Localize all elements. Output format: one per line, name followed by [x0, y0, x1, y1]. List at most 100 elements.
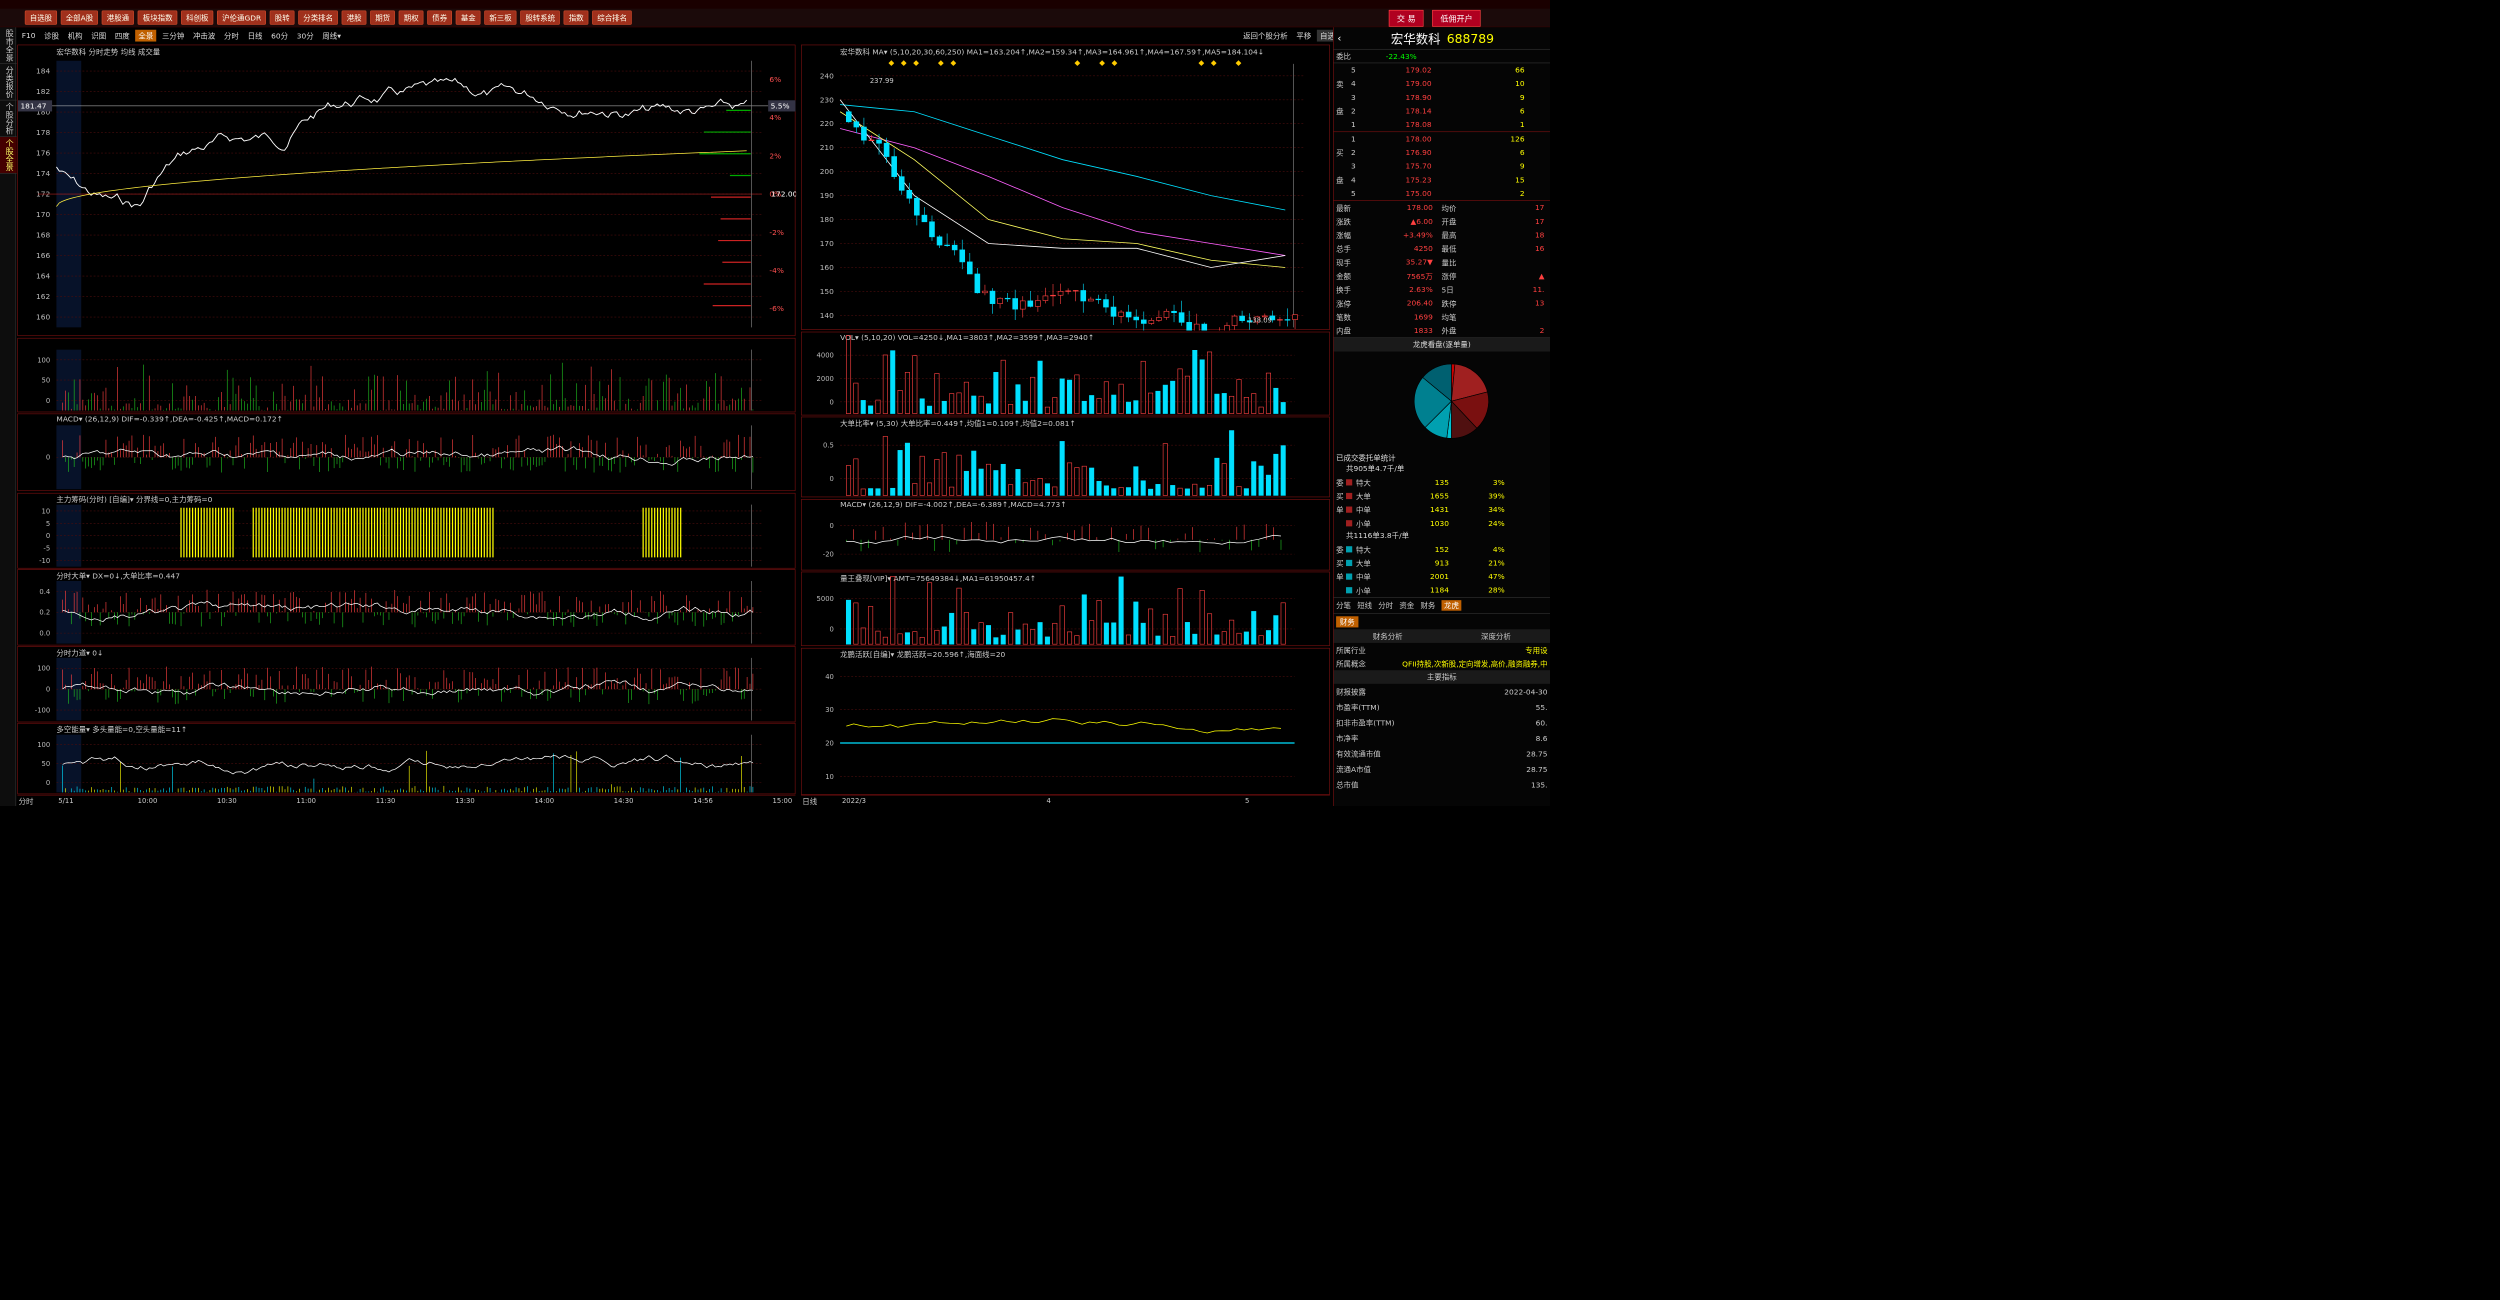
open-account-button[interactable]: 低佣开户: [1432, 9, 1481, 27]
chart-tab-5[interactable]: 全景: [135, 29, 157, 42]
event-marker[interactable]: ◆: [888, 58, 894, 67]
menu-item-2[interactable]: 港股通: [101, 10, 135, 25]
finance-analysis-tab[interactable]: 财务分析: [1373, 631, 1403, 642]
chart-tab-0[interactable]: F10: [19, 30, 39, 40]
candle: [1193, 323, 1200, 331]
finance-tab[interactable]: 财务: [1336, 616, 1359, 628]
candle: [1171, 310, 1177, 313]
daily-chart-ddbl[interactable]: 0.50: [802, 417, 1331, 498]
daily-chart-macd[interactable]: 0 -20: [802, 500, 1331, 571]
bid-row: 买 2 176.90 6: [1334, 146, 1550, 160]
bottom-tab-1[interactable]: 短线: [1357, 600, 1372, 611]
deep-analysis-tab[interactable]: 深度分析: [1481, 631, 1511, 642]
chart-tab-11[interactable]: 30分: [294, 29, 317, 41]
event-marker[interactable]: ◆: [938, 58, 944, 67]
index-value: 60.: [1535, 718, 1548, 727]
event-marker[interactable]: ◆: [950, 58, 956, 67]
daily-chart-vol[interactable]: 4000 2000 0: [802, 332, 1331, 416]
chart-tab-8[interactable]: 分时: [221, 29, 242, 41]
chart-tab-6[interactable]: 三分钟: [159, 29, 188, 41]
chart-tab-2[interactable]: 机构: [65, 29, 86, 41]
stat-value: 11.: [1532, 285, 1545, 294]
chart-tab-9[interactable]: 日线: [244, 29, 265, 41]
menu-item-1[interactable]: 全部A股: [60, 10, 99, 25]
event-marker[interactable]: ◆: [1099, 58, 1105, 67]
chart-tab-4[interactable]: 四度: [112, 29, 133, 41]
menu-item-11[interactable]: 债券: [427, 10, 453, 25]
sidebar-tab-0[interactable]: 股市全景: [0, 27, 17, 64]
entrust-pct: 47%: [1488, 572, 1505, 581]
sidebar-tab-2[interactable]: 个股分析: [0, 100, 17, 138]
intraday-chart-fsdd[interactable]: 0.4 0.2 0.0: [18, 570, 796, 646]
trade-button[interactable]: 交 易: [1388, 9, 1424, 27]
candle: [1125, 311, 1132, 318]
candle: [868, 139, 875, 141]
menu-item-15[interactable]: 指数: [563, 10, 589, 25]
menu-item-7[interactable]: 分类排名: [298, 10, 339, 25]
menu-item-16[interactable]: 综合排名: [592, 10, 632, 25]
daily-chart[interactable]: 240 230 220 210 200 190 180 170 160 150 140 237.99 1…: [802, 45, 1331, 331]
bottom-tab-0[interactable]: 分笔: [1336, 600, 1351, 611]
bottom-tab-4[interactable]: 财务: [1420, 600, 1435, 611]
menu-item-5[interactable]: 沪伦通GDR: [217, 10, 267, 25]
menu-item-4[interactable]: 科创板: [181, 10, 214, 25]
sub-tick: -100: [35, 706, 50, 714]
back-to-analysis-link[interactable]: 返回个股分析: [1240, 29, 1291, 41]
candle: [1292, 314, 1298, 320]
event-marker[interactable]: ◆: [901, 58, 907, 67]
daily-chart-lthy[interactable]: 40 30 20 10: [802, 649, 1331, 796]
menu-item-0[interactable]: 自选股: [24, 10, 58, 25]
entrust-count: 913: [1434, 558, 1449, 568]
ask-level: 盘: [1336, 106, 1344, 116]
daily-axis-label[interactable]: 日线: [802, 796, 817, 807]
menu-item-10[interactable]: 期权: [398, 10, 424, 25]
time-tick: 10:00: [137, 796, 158, 805]
index-value: 8.6: [1535, 733, 1548, 743]
index-label: 流通A市值: [1336, 765, 1371, 774]
menu-item-14[interactable]: 股转系统: [520, 10, 561, 25]
chart-tab-10[interactable]: 60分: [268, 29, 291, 41]
ask-row: 5 179.02 66: [1334, 63, 1550, 77]
entrust-group-title: 共905单4.7千/单: [1346, 464, 1405, 474]
intraday-chart-fsld[interactable]: 100 0 -100: [18, 647, 796, 723]
event-marker[interactable]: ◆: [1211, 58, 1217, 67]
candle: [929, 221, 935, 238]
candle: [1277, 319, 1283, 321]
event-marker[interactable]: ◆: [1112, 58, 1118, 67]
event-marker[interactable]: ◆: [1074, 58, 1080, 67]
sidebar-tab-1[interactable]: 分类报价: [0, 64, 17, 101]
sidebar-tab-3[interactable]: 个股全景: [0, 137, 17, 174]
bottom-tab-3[interactable]: 资金: [1399, 600, 1414, 611]
menu-item-8[interactable]: 港股: [341, 10, 367, 25]
back-icon[interactable]: ‹: [1337, 32, 1341, 44]
bottom-tab-2[interactable]: 分时: [1378, 600, 1393, 611]
event-marker[interactable]: ◆: [1198, 58, 1204, 67]
legend-swatch: [1346, 546, 1353, 553]
chart-tab-12[interactable]: 周线▾: [319, 29, 344, 41]
stat-label: 涨停: [1336, 299, 1351, 308]
event-marker[interactable]: ◆: [1236, 58, 1242, 67]
intraday-chart-zljm[interactable]: 10 5 0 -5 -10: [18, 494, 796, 570]
menu-item-6[interactable]: 股转: [269, 10, 295, 25]
stat-value: ▲: [1538, 271, 1545, 281]
menu-item-12[interactable]: 基金: [455, 10, 481, 25]
menu-item-3[interactable]: 板块指数: [137, 10, 178, 25]
time-axis-label[interactable]: 分时: [19, 796, 34, 807]
intraday-chart-vol[interactable]: 100 50 0: [18, 339, 796, 413]
bottom-tab-5[interactable]: 龙虎: [1441, 600, 1462, 611]
chart-tab-7[interactable]: 冲击波: [190, 29, 219, 41]
daily-chart-lwdx[interactable]: 5000 0: [802, 572, 1331, 646]
intraday-panel-vol: 100 50 0: [17, 337, 796, 413]
menu-item-13[interactable]: 新三板: [484, 10, 517, 25]
intraday-chart[interactable]: 1841821801781761741721701681661641621606…: [17, 45, 796, 336]
chart-tab-1[interactable]: 诊股: [41, 29, 62, 41]
candle: [1239, 315, 1245, 321]
event-marker[interactable]: ◆: [913, 58, 919, 67]
flat-toggle[interactable]: 平移: [1293, 29, 1314, 41]
chart-tab-3[interactable]: 识图: [88, 29, 109, 41]
intraday-chart-dkn[interactable]: 100 50 0: [18, 724, 796, 795]
menu-item-9[interactable]: 期货: [370, 10, 396, 25]
stat-label: 最高: [1441, 230, 1457, 240]
candle: [898, 176, 905, 191]
intraday-chart-macd[interactable]: 0: [18, 414, 796, 492]
